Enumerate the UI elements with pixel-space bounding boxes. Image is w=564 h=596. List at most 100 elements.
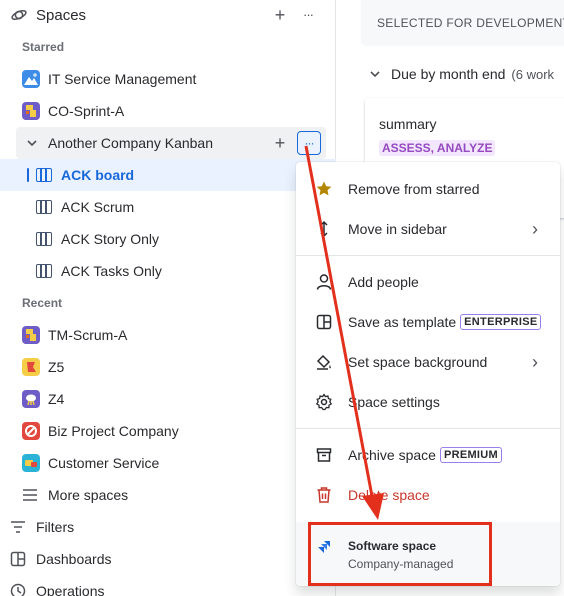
sidebar-item-tm-scrum-a[interactable]: TM-Scrum-A (0, 319, 336, 351)
chevron-right-icon: › (532, 218, 538, 239)
add-space-icon[interactable]: + (268, 3, 292, 27)
star-icon (315, 180, 333, 198)
board-icon (36, 264, 52, 278)
board-icon (36, 200, 52, 214)
menu-divider (296, 428, 560, 429)
template-icon (315, 313, 333, 331)
sidebar: Spaces + ··· Starred IT Service Manageme… (0, 0, 336, 596)
spaces-icon (10, 7, 28, 26)
sidebar-item-label: IT Service Management (48, 71, 197, 87)
menu-item-label: Space settings (348, 394, 440, 410)
biz-project-icon (22, 422, 40, 440)
z5-icon (22, 358, 40, 376)
trash-icon (315, 486, 333, 504)
co-sprint-icon (22, 102, 40, 120)
dashboard-icon (10, 551, 28, 567)
enterprise-badge: ENTERPRISE (460, 314, 542, 330)
menu-item-label: Set space background (348, 354, 488, 370)
sidebar-item-label: TM-Scrum-A (48, 327, 128, 343)
sidebar-item-label: More spaces (48, 487, 129, 503)
menu-item-add-people[interactable]: Add people (296, 262, 560, 302)
customer-service-icon (22, 454, 40, 472)
menu-divider (296, 255, 560, 256)
chevron-right-icon: › (532, 351, 538, 372)
swimlane-header[interactable]: Due by month end (6 work (369, 66, 554, 82)
recent-section-label: Recent (22, 296, 63, 310)
sidebar-item-another-company-kanban[interactable]: Another Company Kanban + ··· (0, 127, 336, 159)
premium-badge: PREMIUM (439, 447, 502, 463)
sidebar-item-label: Customer Service (48, 455, 160, 471)
column-title: SELECTED FOR DEVELOPMENT (377, 16, 564, 30)
sidebar-item-z4[interactable]: Z4 (0, 383, 336, 415)
sidebar-item-ack-scrum[interactable]: ACK Scrum (0, 191, 336, 223)
swimlane-count: (6 work (511, 66, 555, 82)
spaces-title: Spaces (36, 7, 87, 24)
annotation-highlight-box (308, 522, 492, 586)
menu-item-label-wrap: Save as template ENTERPRISE (348, 314, 542, 330)
menu-item-label: Save as template (348, 314, 457, 330)
menu-item-label: Add people (348, 274, 419, 290)
sidebar-item-ack-board[interactable]: ACK board (0, 159, 336, 191)
gear-icon (315, 393, 333, 411)
sidebar-item-filters[interactable]: Filters (0, 511, 336, 543)
sidebar-item-label: ACK Scrum (61, 199, 135, 215)
sidebar-item-label: Z5 (48, 359, 65, 375)
board-icon (36, 232, 52, 246)
sidebar-item-label: ACK board (61, 167, 135, 183)
sidebar-item-label: CO-Sprint-A (48, 103, 125, 119)
status-lozenge: ASSESS, ANALYZE (379, 140, 496, 156)
sidebar-item-biz-project-company[interactable]: Biz Project Company (0, 415, 336, 447)
sidebar-item-more-spaces[interactable]: More spaces (0, 479, 336, 511)
menu-item-label: Remove from starred (348, 181, 480, 197)
menu-item-space-settings[interactable]: Space settings (296, 382, 560, 422)
sidebar-item-ack-tasks-only[interactable]: ACK Tasks Only (0, 255, 336, 287)
sidebar-item-label: ACK Tasks Only (61, 263, 162, 279)
sidebar-item-label: ACK Story Only (61, 231, 160, 247)
starred-section-label: Starred (22, 40, 65, 54)
column-header: SELECTED FOR DEVELOPMENT (361, 0, 564, 46)
menu-item-remove-from-starred[interactable]: Remove from starred (296, 169, 560, 209)
menu-item-archive-space[interactable]: Archive space PREMIUM (296, 435, 560, 475)
sidebar-item-it-service-management[interactable]: IT Service Management (0, 63, 336, 95)
z4-icon (22, 390, 40, 408)
sidebar-item-z5[interactable]: Z5 (0, 351, 336, 383)
sidebar-item-label: Z4 (48, 391, 65, 407)
sidebar-item-label: Biz Project Company (48, 423, 179, 439)
menu-item-label-wrap: Archive space PREMIUM (348, 447, 502, 463)
space-more-actions-button[interactable]: ··· (297, 131, 321, 155)
operations-icon (10, 583, 28, 596)
sidebar-item-customer-service[interactable]: Customer Service (0, 447, 336, 479)
paint-bucket-icon (315, 353, 333, 371)
sidebar-item-operations[interactable]: Operations (0, 575, 336, 596)
menu-item-save-as-template[interactable]: Save as template ENTERPRISE (296, 302, 560, 342)
menu-item-move-in-sidebar[interactable]: Move in sidebar › (296, 209, 560, 249)
add-to-space-icon[interactable]: + (268, 131, 292, 155)
swimlane-title: Due by month end (391, 66, 506, 82)
sidebar-item-label: Filters (36, 519, 75, 535)
spaces-header[interactable]: Spaces + ··· (0, 0, 336, 30)
chevron-down-icon[interactable] (369, 68, 381, 80)
tm-scrum-icon (22, 326, 40, 344)
archive-icon (315, 446, 333, 464)
chevron-down-icon[interactable] (26, 137, 42, 149)
sidebar-item-dashboards[interactable]: Dashboards (0, 543, 336, 575)
move-icon (315, 220, 333, 238)
menu-item-set-space-background[interactable]: Set space background › (296, 342, 560, 382)
card-summary: summary (379, 116, 437, 132)
sidebar-item-ack-story-only[interactable]: ACK Story Only (0, 223, 336, 255)
filter-icon (10, 520, 28, 534)
person-icon (315, 273, 333, 291)
menu-item-label: Archive space (348, 447, 436, 463)
menu-item-delete-space[interactable]: Delete space (296, 475, 560, 515)
menu-item-label: Move in sidebar (348, 221, 447, 237)
sidebar-item-label: Another Company Kanban (48, 135, 213, 151)
sidebar-item-label: Dashboards (36, 551, 112, 567)
sidebar-item-label: Operations (36, 583, 105, 596)
menu-lines-icon (22, 488, 40, 502)
selected-indicator (27, 168, 29, 182)
menu-item-label: Delete space (348, 487, 430, 503)
board-icon (36, 168, 52, 182)
spaces-more-icon[interactable]: ··· (296, 2, 320, 26)
sidebar-item-co-sprint-a[interactable]: CO-Sprint-A (0, 95, 336, 127)
it-service-icon (22, 70, 40, 88)
